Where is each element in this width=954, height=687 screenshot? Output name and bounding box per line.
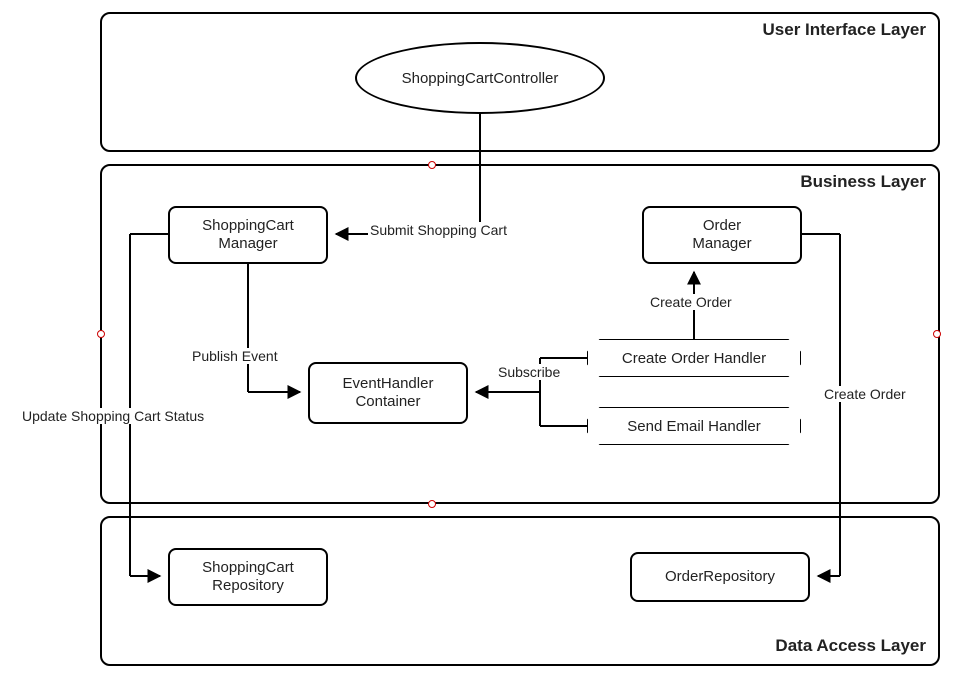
node-label: Create Order Handler — [622, 350, 766, 367]
node-label: ShoppingCartController — [402, 70, 559, 87]
layer-ui-title: User Interface Layer — [763, 20, 926, 40]
node-create-order-handler: Create Order Handler — [588, 340, 800, 376]
node-label: ShoppingCart Repository — [202, 559, 294, 595]
node-label: Send Email Handler — [627, 418, 760, 435]
node-order-manager: Order Manager — [642, 206, 802, 264]
node-shoppingcart-controller: ShoppingCartController — [355, 42, 605, 114]
node-label: Order Manager — [692, 217, 751, 253]
node-label: OrderRepository — [665, 568, 775, 586]
node-order-repository: OrderRepository — [630, 552, 810, 602]
edge-label-submit-cart: Submit Shopping Cart — [368, 222, 509, 238]
connector-dot — [97, 330, 105, 338]
layer-business-title: Business Layer — [800, 172, 926, 192]
edge-label-update-status: Update Shopping Cart Status — [20, 408, 206, 424]
node-label: EventHandler Container — [343, 375, 434, 411]
connector-dot — [428, 161, 436, 169]
edge-label-publish-event: Publish Event — [190, 348, 280, 364]
layer-data-title: Data Access Layer — [775, 636, 926, 656]
node-send-email-handler: Send Email Handler — [588, 408, 800, 444]
edge-label-subscribe: Subscribe — [496, 364, 562, 380]
node-label: ShoppingCart Manager — [202, 217, 294, 253]
connector-dot — [933, 330, 941, 338]
connector-dot — [428, 500, 436, 508]
edge-label-create-order-up: Create Order — [648, 294, 734, 310]
edge-label-create-order-down: Create Order — [822, 386, 908, 402]
node-eventhandler-container: EventHandler Container — [308, 362, 468, 424]
node-shoppingcart-repository: ShoppingCart Repository — [168, 548, 328, 606]
node-shoppingcart-manager: ShoppingCart Manager — [168, 206, 328, 264]
